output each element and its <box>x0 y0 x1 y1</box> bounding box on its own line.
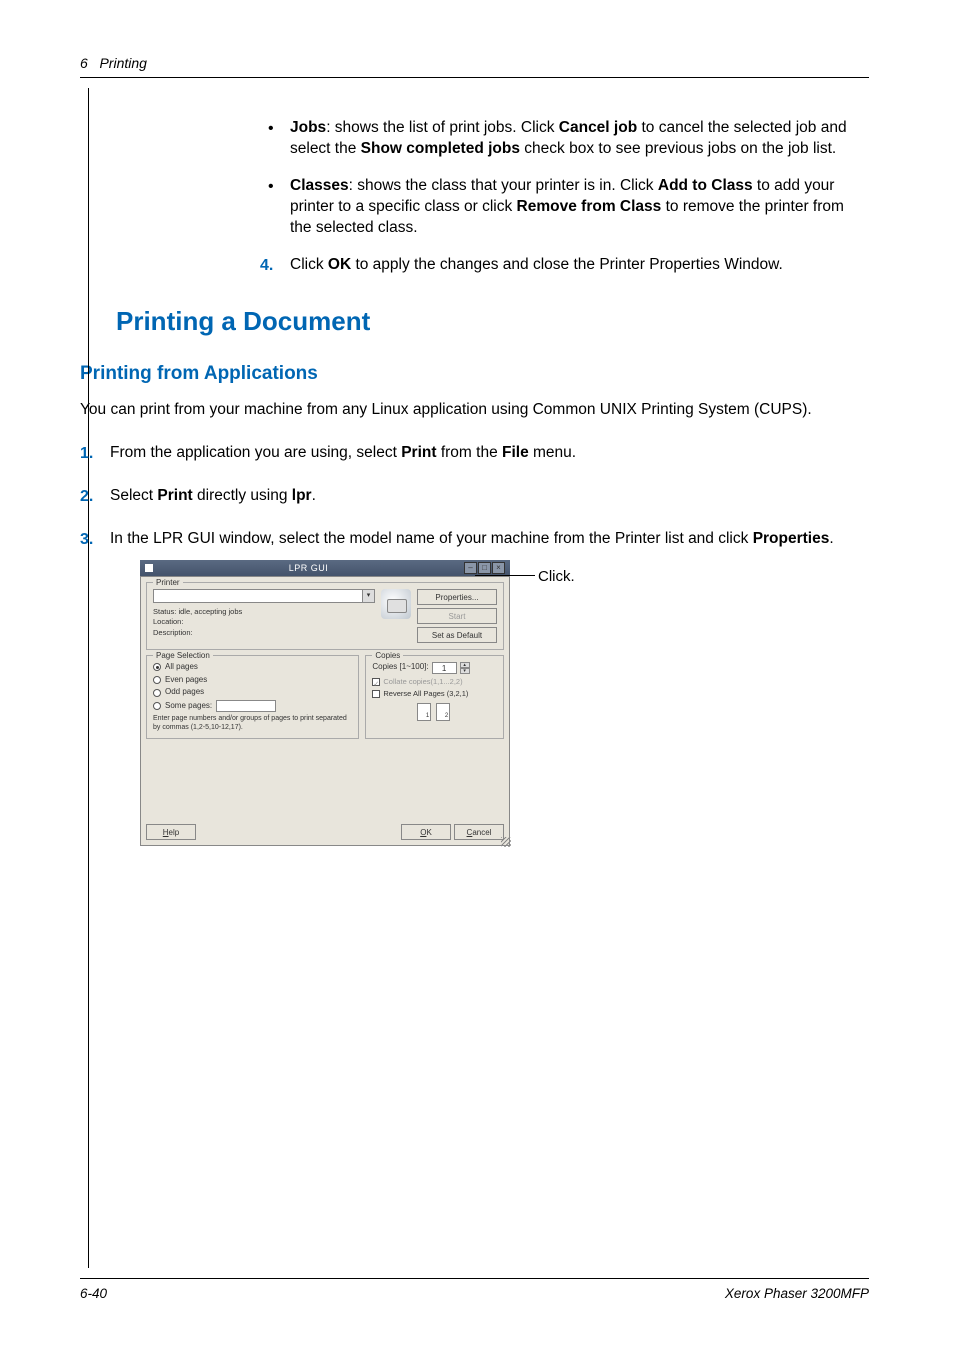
bullet-classes-label: Classes <box>290 177 349 194</box>
footer-product: Xerox Phaser 3200MFP <box>725 1286 869 1301</box>
cancel-button[interactable]: Cancel <box>454 824 504 840</box>
callout-line <box>475 575 535 576</box>
footer-page: 6-40 <box>80 1286 107 1301</box>
reverse-checkbox-row[interactable]: Reverse All Pages (3,2,1) <box>372 689 497 699</box>
window-body: Printer ▾ Status: idle, accepting jobs L… <box>140 576 510 846</box>
printer-fieldset: Printer ▾ Status: idle, accepting jobs L… <box>146 582 504 650</box>
printer-dropdown[interactable]: ▾ <box>153 589 375 603</box>
header-page-num: 6 <box>80 55 88 71</box>
page-selection-fieldset: Page Selection All pages Even pages Odd … <box>146 655 359 739</box>
bullet-classes: Classes: shows the class that your print… <box>260 176 869 239</box>
radio-some-pages[interactable]: Some pages: <box>153 700 352 712</box>
checkbox-icon[interactable] <box>372 690 380 698</box>
close-button[interactable]: × <box>492 562 505 574</box>
bullet-jobs: Jobs: shows the list of print jobs. Clic… <box>260 118 869 160</box>
step-3: 3. In the LPR GUI window, select the mod… <box>80 529 869 846</box>
intro-text: You can print from your machine from any… <box>80 400 869 421</box>
ok-button[interactable]: OK <box>401 824 451 840</box>
page-icon <box>417 703 431 721</box>
some-pages-input[interactable] <box>216 700 276 712</box>
resize-handle-icon[interactable] <box>501 837 511 847</box>
window-icon <box>145 564 153 572</box>
collate-checkbox-row[interactable]: Collate copies(1,1...2,2) <box>372 677 497 687</box>
maximize-button[interactable]: □ <box>478 562 491 574</box>
radio-icon[interactable] <box>153 676 161 684</box>
window-title: LPR GUI <box>153 562 464 574</box>
page-order-icons <box>372 703 497 721</box>
properties-button[interactable]: Properties... <box>417 589 497 605</box>
step-4-list: 4. Click OK to apply the changes and clo… <box>260 255 869 276</box>
radio-icon[interactable] <box>153 689 161 697</box>
spin-down-icon[interactable]: ▾ <box>460 668 470 674</box>
page-icon <box>436 703 450 721</box>
dropdown-arrow-icon[interactable]: ▾ <box>362 590 374 602</box>
printer-legend: Printer <box>153 578 183 589</box>
copies-input[interactable]: 1 <box>432 662 457 674</box>
step-2: 2. Select Print directly using lpr. <box>80 486 869 507</box>
page-header: 6 Printing <box>80 55 869 78</box>
printer-info: Status: idle, accepting jobs Location: D… <box>153 607 375 639</box>
page-selection-legend: Page Selection <box>153 651 213 662</box>
radio-even-pages[interactable]: Even pages <box>153 675 352 686</box>
heading-printing-applications: Printing from Applications <box>80 361 869 387</box>
radio-icon[interactable] <box>153 702 161 710</box>
copies-legend: Copies <box>372 651 403 662</box>
window-titlebar[interactable]: LPR GUI – □ × <box>140 560 510 576</box>
step-4-number: 4. <box>260 255 273 277</box>
lpr-gui-window: Click. LPR GUI – □ × <box>140 560 510 846</box>
step-4: 4. Click OK to apply the changes and clo… <box>260 255 869 276</box>
page-range-hint: Enter page numbers and/or groups of page… <box>153 715 352 732</box>
step-1: 1. From the application you are using, s… <box>80 443 869 464</box>
copies-row: Copies [1~100]: 1 ▴▾ <box>372 662 497 674</box>
header-chapter: Printing <box>99 55 146 71</box>
start-button[interactable]: Start <box>417 608 497 624</box>
heading-printing-document: Printing a Document <box>116 306 869 337</box>
radio-odd-pages[interactable]: Odd pages <box>153 687 352 698</box>
help-button[interactable]: Help <box>146 824 196 840</box>
radio-all-pages[interactable]: All pages <box>153 662 352 673</box>
minimize-button[interactable]: – <box>464 562 477 574</box>
printer-icon <box>381 589 411 619</box>
callout-text: Click. <box>538 567 575 587</box>
bullet-jobs-label: Jobs <box>290 119 326 136</box>
checkbox-icon[interactable] <box>372 678 380 686</box>
copies-fieldset: Copies Copies [1~100]: 1 ▴▾ Collate copi… <box>365 655 504 739</box>
radio-icon[interactable] <box>153 663 161 671</box>
steps-list: 1. From the application you are using, s… <box>80 443 869 846</box>
page-footer: 6-40 Xerox Phaser 3200MFP <box>80 1278 869 1301</box>
set-default-button[interactable]: Set as Default <box>417 627 497 643</box>
feature-bullet-list: Jobs: shows the list of print jobs. Clic… <box>260 118 869 239</box>
